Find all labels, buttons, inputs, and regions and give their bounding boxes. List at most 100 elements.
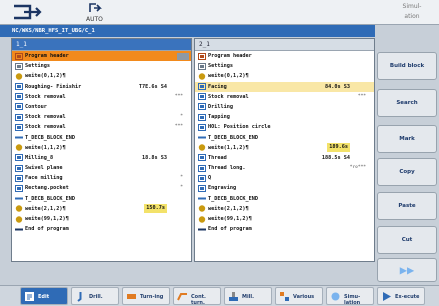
contour-icon (15, 103, 23, 111)
program-step-row[interactable]: T_DECB_BLOCK_END (195, 133, 374, 143)
step-label: Q (208, 175, 212, 182)
tool-call-icon (15, 73, 23, 80)
program-step-row[interactable]: Facing 84.0s S3 (195, 81, 374, 92)
program-step-row[interactable]: Drilling (195, 102, 374, 112)
step-label: Settings (25, 63, 50, 70)
step-extra-marker: *ro*** (349, 165, 366, 171)
step-label: T_DECB_BLOCK_END (25, 195, 75, 202)
various-label: Various (293, 294, 315, 300)
program-step-row[interactable]: Stock removal *** (195, 92, 374, 102)
paste-button[interactable]: Paste (377, 192, 437, 220)
program-step-row[interactable]: Settings (12, 61, 191, 71)
edit-icon (25, 292, 34, 301)
program-step-row[interactable]: Settings (195, 61, 374, 71)
selection-marker-icon (177, 53, 189, 60)
step-label: Stock removal (25, 93, 66, 100)
step-extra-marker: * (180, 185, 183, 191)
program-step-row[interactable]: weite(99,1,2)¶ (195, 214, 374, 224)
program-step-row[interactable]: weite(1,1,2)¶ (12, 143, 191, 153)
program-step-row[interactable]: T_DECB_BLOCK_END (195, 194, 374, 204)
stock-removal-icon (15, 123, 23, 131)
program-step-row[interactable]: Stock removal * (12, 112, 191, 122)
tool-call-icon (15, 205, 23, 213)
roughing-icon (15, 83, 23, 91)
step-extra-marker: * (180, 114, 183, 120)
step-extra-marker: *** (174, 124, 183, 130)
program-step-row[interactable]: Engraving (195, 183, 374, 193)
step-label: weite(99,1,2)¶ (208, 216, 252, 222)
program-step-row[interactable]: Milling_8 18.8s S3 (12, 153, 191, 163)
step-label: Engraving (208, 185, 237, 192)
block-end-icon (198, 195, 206, 202)
step-label: Facing (208, 83, 227, 90)
step-label: Swivel plane (25, 165, 63, 172)
program-step-row[interactable]: weite(99,1,2)¶ (12, 214, 191, 224)
simulation-softkey[interactable]: Simu-lation (326, 287, 374, 306)
step-label: weite(2,1,2)¶ (25, 205, 66, 212)
copy-button[interactable]: Copy (377, 158, 437, 186)
simulation-icon (331, 292, 340, 301)
program-step-row[interactable]: End of program (195, 224, 374, 234)
q-icon (198, 174, 206, 182)
next-softkeys-icon[interactable]: ▶▶ (377, 258, 437, 282)
program-step-row[interactable]: weite(2,1,2)¶ (195, 204, 374, 214)
program-step-row[interactable]: HOL: Position circle (195, 122, 374, 132)
step-label: T_DECB_BLOCK_END (25, 134, 75, 141)
mark-button[interactable]: Mark (377, 125, 437, 153)
step-label: Face milling (25, 175, 63, 182)
turning-label: Turn-ing (140, 294, 164, 300)
drill-softkey[interactable]: Drill. (71, 287, 119, 305)
step-time-value: 150.7s (144, 204, 167, 214)
step-label: End of program (208, 226, 252, 233)
program-manager-logo-icon (14, 4, 42, 20)
program-step-row[interactable]: Program header (12, 51, 191, 62)
various-softkey[interactable]: Various (275, 287, 323, 305)
face-milling-icon (15, 174, 23, 182)
program-step-row[interactable]: Program header (195, 51, 374, 61)
swivel-icon (15, 164, 23, 172)
program-step-row[interactable]: weite(0,1,2)¶ (195, 71, 374, 81)
left-program-panel: 1_1 Program header Settings weite(0,1,2)¶ R… (11, 38, 192, 262)
step-label: Settings (208, 63, 233, 70)
step-label: Program header (208, 53, 252, 59)
program-step-row[interactable]: weite(0,1,2)¶ (12, 71, 191, 81)
block-end-icon (15, 134, 23, 141)
tool-call-icon (198, 144, 206, 151)
program-step-row[interactable]: Swivel plane (12, 163, 191, 173)
program-step-row[interactable]: Face milling * (12, 173, 191, 183)
turning-softkey[interactable]: Turn-ing (122, 287, 170, 305)
build-block-button[interactable]: Build block (377, 52, 437, 80)
step-label: T_DECB_BLOCK_END (208, 195, 258, 202)
step-label: weite(1,1,2)¶ (25, 144, 66, 151)
execute-softkey[interactable]: Ex-ecute (377, 287, 425, 305)
program-step-row[interactable]: Thread 188.5s S4 (195, 153, 374, 163)
program-step-row[interactable]: weite(2,1,2)¶ 150.7s (12, 204, 191, 214)
step-label: Rectang.pocket (25, 185, 69, 192)
program-step-row[interactable]: Roughing- Finishir T7E.6s S4 (12, 82, 191, 92)
program-step-row[interactable]: Rectang.pocket * (12, 183, 191, 193)
program-step-row[interactable]: Thread long. *ro*** (195, 163, 374, 173)
step-label: weite(99,1,2)¶ (25, 216, 69, 222)
program-step-row[interactable]: Tapping (195, 112, 374, 122)
program-step-row[interactable]: T_DECB_BLOCK_END (12, 133, 191, 143)
program-step-row[interactable]: Stock removal *** (12, 92, 191, 102)
tool-call-icon (198, 215, 206, 223)
program-step-row[interactable]: Contour (12, 102, 191, 112)
edit-softkey[interactable]: Edit (20, 287, 68, 305)
milling-softkey[interactable]: Mill. (224, 287, 272, 305)
program-step-row[interactable]: weite(1,1,2)¶ 189.6s (195, 143, 374, 153)
step-label: Stock removal (208, 93, 249, 100)
program-step-row[interactable]: Q (195, 173, 374, 183)
contour-turning-softkey[interactable]: Cont. turn. (173, 287, 221, 306)
cut-button[interactable]: Cut (377, 226, 437, 254)
step-time-value: T7E.6s S4 (138, 83, 167, 90)
contour-turning-label: Cont. turn. (191, 294, 206, 306)
step-extra-marker: *** (174, 93, 183, 99)
search-button[interactable]: Search (377, 89, 437, 117)
program-step-row[interactable]: Stock removal *** (12, 122, 191, 132)
program-step-row[interactable]: T_DECB_BLOCK_END (12, 194, 191, 204)
program-step-row[interactable]: End of program (12, 224, 191, 234)
turning-icon (127, 294, 136, 299)
end-icon (15, 226, 23, 233)
stock-removal-icon (15, 93, 23, 101)
